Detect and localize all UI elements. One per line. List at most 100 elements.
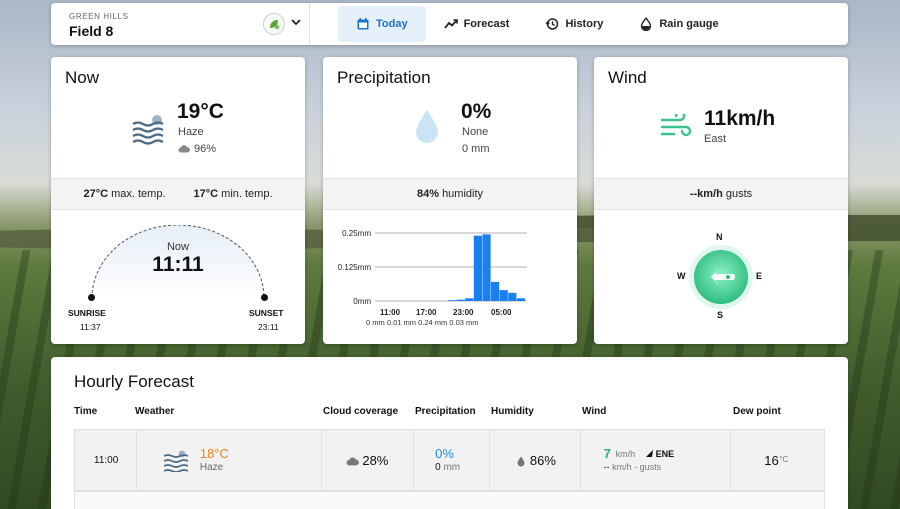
tab-label: History xyxy=(565,18,604,30)
precip-bar xyxy=(508,292,517,301)
current-time: 11:11 xyxy=(152,253,204,276)
tab-label: Rain gauge xyxy=(659,18,719,30)
wind-direction: East xyxy=(704,133,727,145)
precip-bar xyxy=(465,298,474,301)
tab-today[interactable]: Today xyxy=(338,6,426,42)
now-label: Now xyxy=(166,241,189,253)
cell-precipitation: 0% 0 mm xyxy=(414,430,490,490)
table-row[interactable] xyxy=(74,491,825,509)
row-humidity: 86% xyxy=(529,453,556,468)
column-header: Cloud coverage xyxy=(323,406,399,417)
field-name: Field 8 xyxy=(69,23,114,39)
cloud-percent: 96% xyxy=(194,143,217,155)
wind-card: Wind 11km/h East --km/h gusts N E S W xyxy=(594,57,848,344)
row-wind-unit: km/h xyxy=(615,449,636,459)
tab-rain-gauge[interactable]: Rain gauge xyxy=(621,6,736,42)
raindrop-icon xyxy=(416,110,438,143)
precipitation-card: Precipitation 0% None 0 mm 84% humidity … xyxy=(323,57,577,344)
table-row[interactable]: 11:00 18°C Haze 28% 0% 0 mm 86% 7 km/h E… xyxy=(74,429,825,491)
cloud-icon xyxy=(346,457,360,466)
now-card: Now 19°C Haze 96% 27°C max. temp. 17°C m… xyxy=(51,57,305,344)
x-tick-label: 17:00 xyxy=(416,308,437,317)
current-condition: Haze xyxy=(178,126,204,138)
precip-bar xyxy=(499,290,508,301)
sunset-label: SUNSET xyxy=(249,308,284,318)
sunrise-marker xyxy=(88,294,95,301)
cell-humidity: 86% xyxy=(490,430,581,490)
wind-direction-icon xyxy=(645,450,653,457)
column-header: Weather xyxy=(135,406,175,417)
current-temp: 19°C xyxy=(177,100,224,123)
precip-bar xyxy=(456,299,465,301)
row-cloud: 28% xyxy=(362,453,389,468)
cloud-icon xyxy=(178,145,190,153)
sunset-time: 23:11 xyxy=(258,322,279,332)
row-wind-speed: 7 xyxy=(603,446,611,461)
precipitation-chart: 0.25mm 0.125mm 0mm 11:00 17:00 23:00 05:00 0 mm… xyxy=(338,229,527,327)
row-wind-dir: ENE xyxy=(655,449,675,459)
cell-time: 11:00 xyxy=(75,430,137,490)
y-tick-label: 0.25mm xyxy=(342,229,371,238)
x-tick-label: 05:00 xyxy=(491,308,512,317)
max-temp: 27°C max. temp. xyxy=(83,188,166,200)
precip-bar xyxy=(448,300,457,301)
row-time: 11:00 xyxy=(94,455,119,466)
precip-bar xyxy=(473,235,482,301)
chevron-down-icon[interactable] xyxy=(289,15,303,29)
column-header: Humidity xyxy=(491,406,534,417)
tab-forecast[interactable]: Forecast xyxy=(426,6,528,42)
calendar-icon xyxy=(357,18,369,30)
tab-label: Today xyxy=(376,18,408,30)
raindrop-icon xyxy=(641,17,652,31)
humidity-drop-icon xyxy=(517,456,525,467)
cell-dew-point: 16 °C xyxy=(731,430,824,490)
cell-cloud: 28% xyxy=(322,430,415,490)
hourly-forecast-card: Hourly Forecast Time Weather Cloud cover… xyxy=(51,357,848,509)
sunrise-label: SUNRISE xyxy=(68,308,106,318)
precip-bar xyxy=(516,298,525,301)
sunrise-time: 11:37 xyxy=(80,322,101,332)
card-title: Hourly Forecast xyxy=(74,372,194,391)
wind-speed: 11km/h xyxy=(704,107,776,130)
precip-amount: 0 mm xyxy=(462,143,490,155)
y-tick-label: 0mm xyxy=(353,297,371,306)
temp-range-strip: 27°C max. temp. 17°C min. temp. xyxy=(51,178,305,210)
precip-totals: 0 mm 0.01 mm 0.24 mm 0.03 mm xyxy=(366,318,479,327)
x-tick-label: 23:00 xyxy=(453,308,474,317)
min-temp: 17°C min. temp. xyxy=(193,188,273,200)
farm-name: GREEN HILLS xyxy=(69,12,129,21)
tab-history[interactable]: History xyxy=(527,6,621,42)
precip-bar xyxy=(491,281,500,301)
haze-icon xyxy=(163,450,189,472)
humidity-value: 84% humidity xyxy=(416,188,484,200)
wind-icon xyxy=(660,114,692,137)
cell-wind: 7 km/h ENE -- km/h - gusts xyxy=(581,430,732,490)
field-selector[interactable]: GREEN HILLS Field 8 xyxy=(51,3,310,45)
row-temp: 18°C xyxy=(199,446,229,461)
view-tabs: Today Forecast History Rain gauge xyxy=(310,3,737,45)
tab-label: Forecast xyxy=(463,18,510,30)
compass-north: N xyxy=(716,232,723,242)
humidity-strip: 84% humidity xyxy=(323,178,577,210)
column-header: Precipitation xyxy=(415,406,476,417)
top-bar: GREEN HILLS Field 8 Today Forecast Histo… xyxy=(51,3,848,45)
row-gusts: -- km/h - gusts xyxy=(603,462,662,472)
precip-bar xyxy=(482,234,491,301)
compass-east: E xyxy=(756,271,763,281)
x-tick-label: 11:00 xyxy=(380,308,401,317)
wind-compass xyxy=(689,245,753,309)
column-header: Wind xyxy=(582,406,607,417)
row-condition: Haze xyxy=(199,462,224,473)
row-dew: 16 xyxy=(764,453,779,468)
row-precip-amount: 0 mm xyxy=(435,462,461,473)
gust-strip: --km/h gusts xyxy=(594,178,848,210)
column-header: Dew point xyxy=(733,406,781,417)
history-icon xyxy=(545,18,559,30)
trend-icon xyxy=(443,19,458,29)
y-tick-label: 0.125mm xyxy=(338,263,372,272)
precip-label: None xyxy=(462,126,489,138)
haze-icon xyxy=(132,115,164,145)
card-title: Wind xyxy=(608,68,647,87)
sunset-marker xyxy=(261,294,268,301)
column-header: Time xyxy=(74,406,98,417)
